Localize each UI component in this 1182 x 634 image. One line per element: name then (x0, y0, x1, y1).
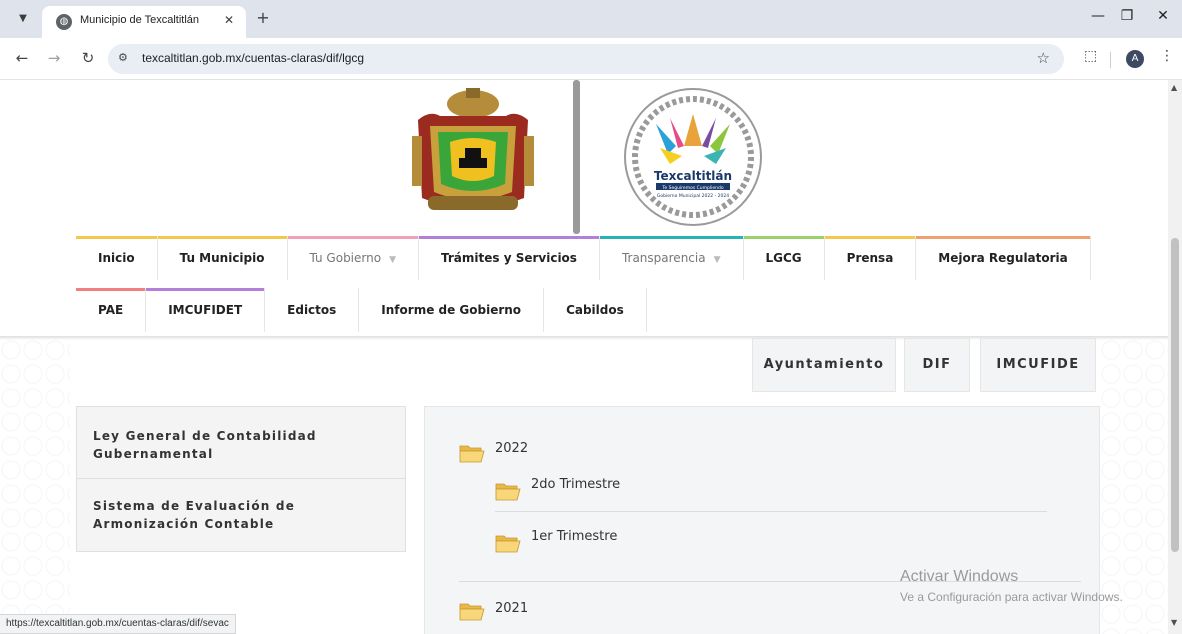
subtab-imcufide[interactable]: IMCUFIDE (980, 338, 1096, 392)
folder-open-icon (495, 535, 521, 553)
nav-color-bar (824, 236, 916, 239)
left-background-pattern (0, 338, 70, 634)
toolbar-separator (1110, 52, 1111, 68)
nav-item-label: Tu Municipio (179, 251, 265, 265)
nav-item-transparencia[interactable]: Transparencia ▼ (599, 236, 744, 280)
nav-item-edictos[interactable]: Edictos (265, 288, 360, 332)
profile-avatar[interactable]: A (1126, 50, 1144, 68)
nav-item-tu-municipio[interactable]: Tu Municipio (157, 236, 288, 280)
nav-item-label: Edictos (287, 303, 337, 317)
url-text[interactable]: texcaltitlan.gob.mx/cuentas-claras/dif/l… (142, 51, 364, 65)
folder-2021[interactable]: 2021 (495, 601, 528, 616)
nav-item-label: Cabildos (566, 303, 624, 317)
forward-arrow-icon[interactable]: → (44, 48, 64, 68)
tab-search-chevron-icon[interactable]: ▼ (12, 8, 34, 30)
subtab-dif[interactable]: DIF (904, 338, 970, 392)
folder-1er-trimestre[interactable]: 1er Trimestre (531, 529, 617, 544)
minimize-icon[interactable]: — (1083, 8, 1113, 24)
header-divider (573, 80, 580, 234)
nav-item-label: Trámites y Servicios (441, 251, 577, 265)
globe-favicon-icon: ◍ (56, 14, 72, 30)
dropdown-caret-icon: ▼ (389, 255, 396, 265)
folder-open-icon (459, 445, 485, 463)
folder-2022[interactable]: 2022 (495, 441, 528, 456)
windows-activation-title: Activar Windows (900, 568, 1019, 585)
nav-item-inicio[interactable]: Inicio (76, 236, 158, 280)
site-info-icon[interactable]: ⚙ (118, 51, 128, 64)
nav-item-label: LGCG (765, 251, 802, 265)
nav-item-tu-gobierno[interactable]: Tu Gobierno ▼ (287, 236, 419, 280)
dropdown-caret-icon: ▼ (713, 255, 721, 265)
nav-color-bar (146, 288, 265, 291)
bookmark-star-icon[interactable]: ☆ (1037, 49, 1050, 67)
sidebar-item-sevac[interactable]: Sistema de Evaluación de Armonización Co… (77, 497, 405, 533)
nav-item-label: Informe de Gobierno (381, 303, 522, 317)
nav-item-informe-de-gobierno[interactable]: Informe de Gobierno (359, 288, 545, 332)
address-bar[interactable]: ⚙ texcaltitlan.gob.mx/cuentas-claras/dif… (108, 44, 1064, 74)
status-bar-url: https://texcaltitlan.gob.mx/cuentas-clar… (0, 614, 236, 634)
extensions-icon[interactable]: ⬚ (1084, 48, 1097, 64)
nav-color-bar (76, 288, 146, 291)
nav-item-label: Tu Gobierno (309, 251, 382, 265)
main-nav-row-2: PAE IMCUFIDET Edictos Informe de Gobierno Ca… (76, 288, 647, 332)
nav-color-bar (157, 236, 287, 239)
folder-2do-trimestre[interactable]: 2do Trimestre (531, 477, 620, 492)
nav-item-lgcg[interactable]: LGCG (743, 236, 825, 280)
close-tab-icon[interactable]: ✕ (224, 13, 234, 27)
reload-icon[interactable]: ↻ (78, 48, 98, 68)
browser-tab-strip: ▼ ◍ Municipio de Texcaltitlán ✕ + — ❐ ✕ (0, 0, 1182, 38)
page-viewport: Texcaltitlán Te Seguiremos Cumpliendo Go… (0, 80, 1168, 634)
coat-of-arms-logo (412, 88, 534, 210)
texcaltitlan-government-logo: Texcaltitlán Te Seguiremos Cumpliendo Go… (624, 88, 762, 226)
windows-activation-text: Ve a Configuración para activar Windows. (900, 590, 1123, 604)
nav-item-imcufidet[interactable]: IMCUFIDET (146, 288, 266, 332)
nav-item-tr-mites-y-servicios[interactable]: Trámites y Servicios (419, 236, 600, 280)
logo-subtitle: Te Seguiremos Cumpliendo (661, 185, 723, 191)
nav-item-prensa[interactable]: Prensa (824, 236, 917, 280)
nav-color-bar (743, 236, 824, 239)
page-scrollbar[interactable]: ▲ ▼ (1168, 80, 1182, 634)
restore-icon[interactable]: ❐ (1112, 8, 1142, 24)
nav-item-label: PAE (98, 303, 124, 317)
browser-toolbar: ← → ↻ ⚙ texcaltitlan.gob.mx/cuentas-clar… (0, 38, 1182, 80)
folder-open-icon (495, 483, 521, 501)
nav-item-label: Prensa (846, 251, 894, 265)
nav-item-label: Inicio (98, 251, 135, 265)
scrollbar-thumb[interactable] (1171, 238, 1179, 552)
nav-color-bar (419, 236, 599, 239)
main-nav-row-1: Inicio Tu Municipio Tu Gobierno ▼ Trámites y… (76, 236, 1091, 280)
new-tab-button[interactable]: + (252, 8, 274, 27)
nav-color-bar (287, 236, 418, 239)
nav-color-bar (76, 236, 157, 239)
nav-item-label: IMCUFIDET (168, 303, 243, 317)
nav-color-bar (599, 236, 743, 239)
nav-color-bar (916, 236, 1090, 239)
sidebar-item-lgcg[interactable]: Ley General de Contabilidad Gubernamenta… (77, 427, 405, 463)
nav-item-mejora-regulatoria[interactable]: Mejora Regulatoria (916, 236, 1091, 280)
nav-item-label: Mejora Regulatoria (938, 251, 1068, 265)
browser-tab[interactable]: ◍ Municipio de Texcaltitlán ✕ (42, 6, 246, 38)
nav-item-pae[interactable]: PAE (76, 288, 147, 332)
folder-open-icon (459, 603, 485, 621)
nav-item-label: Transparencia (621, 251, 706, 265)
sidebar-divider (77, 478, 405, 479)
sidebar-panel: Ley General de Contabilidad Gubernamenta… (76, 406, 406, 552)
scroll-down-arrow-icon[interactable]: ▼ (1171, 618, 1177, 627)
logo-caption: Gobierno Municipal 2022 - 2024 (657, 193, 729, 199)
nav-item-cabildos[interactable]: Cabildos (544, 288, 647, 332)
tab-title: Municipio de Texcaltitlán (80, 14, 200, 26)
row-divider (495, 511, 1047, 512)
close-window-icon[interactable]: ✕ (1148, 8, 1178, 24)
more-menu-icon[interactable]: ⋮ (1160, 48, 1174, 64)
logo-title: Texcaltitlán (654, 169, 732, 183)
scroll-up-arrow-icon[interactable]: ▲ (1171, 83, 1177, 92)
back-arrow-icon[interactable]: ← (12, 48, 32, 68)
subtab-ayuntamiento[interactable]: Ayuntamiento (752, 338, 896, 392)
